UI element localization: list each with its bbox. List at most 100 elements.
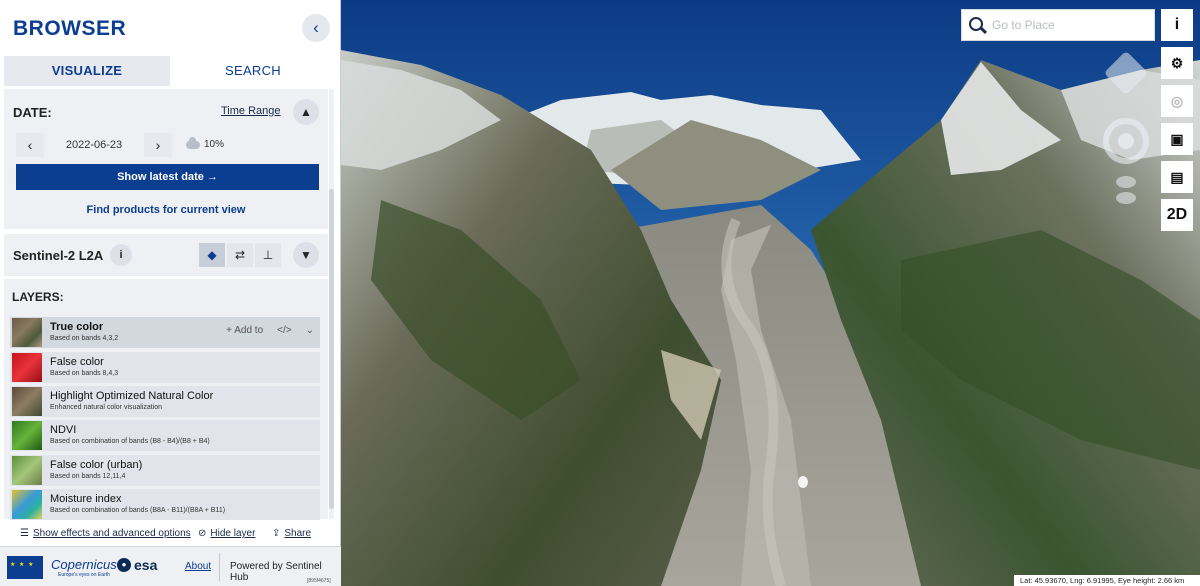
dataset-info-button[interactable]: i <box>110 244 132 266</box>
pin-tool-button[interactable]: ⊥ <box>255 243 281 267</box>
plus-icon: + <box>226 325 232 336</box>
cloud-coverage-value: 10% <box>204 139 225 150</box>
info-icon: i <box>119 249 123 261</box>
previous-date-button[interactable]: ‹ <box>16 133 44 157</box>
layer-item-false-color[interactable]: False color Based on bands 8,4,3 <box>10 352 320 383</box>
tab-search[interactable]: SEARCH <box>170 56 336 86</box>
esa-logo: esa <box>134 557 158 573</box>
location-button[interactable]: ◎ <box>1161 85 1193 117</box>
find-products-link[interactable]: Find products for current view <box>4 204 328 216</box>
layers-section: LAYERS: True color Based on bands 4,3,2 … <box>4 279 328 520</box>
collapse-date-button[interactable]: ▲ <box>293 99 319 125</box>
layer-name: False color <box>50 356 104 368</box>
layer-name: Moisture index <box>50 493 122 505</box>
gear-icon: ⚙ <box>1170 55 1184 71</box>
pan-control[interactable] <box>1103 50 1149 96</box>
collapse-panel-button[interactable]: ‹ <box>302 14 330 42</box>
date-section: DATE: Time Range ▲ ‹ 2022-06-23 › 10% Sh… <box>4 89 328 229</box>
layer-item-highlight-natural[interactable]: Highlight Optimized Natural Color Enhanc… <box>10 386 320 417</box>
eu-flag-logo <box>7 556 43 579</box>
show-latest-date-label: Show latest date <box>117 171 204 183</box>
eye-slash-icon: ⊘ <box>198 528 207 539</box>
layer-name: Highlight Optimized Natural Color <box>50 390 214 402</box>
about-link[interactable]: About <box>185 561 211 572</box>
adjust-tool-button[interactable]: ⇄ <box>227 243 253 267</box>
rotation-compass[interactable] <box>1103 118 1149 164</box>
next-date-button[interactable]: › <box>144 133 172 157</box>
footer: Copernicus Europe's eyes on Earth ● esa … <box>0 546 341 586</box>
info-button[interactable]: i <box>1161 9 1193 41</box>
esa-emblem-icon: ● <box>117 558 131 572</box>
share-label: Share <box>284 528 312 539</box>
layer-thumbnail <box>12 353 42 382</box>
tab-bar: VISUALIZE SEARCH <box>4 56 336 86</box>
dataset-title: Sentinel-2 L2A <box>13 248 104 263</box>
layer-options-bar: ☰ Show effects and advanced options ⊘ Hi… <box>4 522 328 544</box>
location-pin-icon: ◎ <box>1170 93 1184 109</box>
panel-scrollbar[interactable] <box>329 89 334 519</box>
version-label: [895f4675] <box>307 578 331 584</box>
add-to-label: Add to <box>234 325 264 336</box>
map-3d-view[interactable]: i ⚙ ◎ ▣ ▤ 2D Lat: 45.93670, Lng: 6.91995… <box>341 0 1200 586</box>
panel-content: DATE: Time Range ▲ ‹ 2022-06-23 › 10% Sh… <box>4 89 328 520</box>
layer-actions: + Add to </> ⌄ <box>226 325 314 336</box>
layer-description: Based on combination of bands (B8A - B11… <box>50 507 226 514</box>
hide-layer-link[interactable]: ⊘ Hide layer <box>198 528 255 539</box>
chevron-left-icon: ‹ <box>313 18 319 37</box>
layer-description: Based on bands 12,11,4 <box>50 473 126 480</box>
terrain-render <box>341 0 1200 586</box>
zoom-out-button[interactable] <box>1116 192 1136 204</box>
layer-item-false-color-urban[interactable]: False color (urban) Based on bands 12,11… <box>10 455 320 486</box>
zoom-in-button[interactable] <box>1116 176 1136 188</box>
cloud-icon <box>186 136 200 149</box>
navigation-controls <box>1101 50 1151 212</box>
chevron-down-icon: ▼ <box>300 248 312 262</box>
arrow-right-icon: → <box>206 171 218 183</box>
layers-label: LAYERS: <box>12 290 64 304</box>
settings-button[interactable]: ⚙ <box>1161 47 1193 79</box>
show-latest-date-button[interactable]: Show latest date → <box>16 164 319 190</box>
expand-layer-icon[interactable]: ⌄ <box>306 325 314 336</box>
copernicus-logo: Copernicus <box>51 557 117 572</box>
search-input[interactable] <box>992 18 1142 32</box>
sliders-icon: ☰ <box>20 528 29 539</box>
view-mode-toggle-button[interactable]: 2D <box>1161 199 1193 231</box>
scrollbar-thumb[interactable] <box>329 189 334 509</box>
layer-thumbnail <box>12 318 42 347</box>
search-icon[interactable] <box>962 10 992 40</box>
pin-icon: ⊥ <box>262 248 274 262</box>
add-to-button[interactable]: + Add to <box>226 325 263 336</box>
date-picker: ‹ 2022-06-23 › <box>16 133 172 157</box>
copernicus-tagline: Europe's eyes on Earth <box>58 572 110 578</box>
code-icon[interactable]: </> <box>277 325 291 336</box>
go-to-place-search[interactable] <box>961 9 1155 41</box>
tab-visualize[interactable]: VISUALIZE <box>4 56 170 86</box>
film-icon: ▤ <box>1170 169 1184 185</box>
footer-divider <box>219 553 220 581</box>
layer-item-moisture-index[interactable]: Moisture index Based on combination of b… <box>10 489 320 520</box>
layer-item-ndvi[interactable]: NDVI Based on combination of bands (B8 -… <box>10 420 320 451</box>
layer-name: True color <box>50 321 104 333</box>
share-icon: ⇪ <box>272 528 281 539</box>
expand-dataset-button[interactable]: ▼ <box>293 242 319 268</box>
cloud-coverage: 10% <box>186 136 225 150</box>
sliders-icon: ⇄ <box>234 248 246 262</box>
layers-tool-button[interactable]: ◆ <box>199 243 225 267</box>
image-download-button[interactable]: ▣ <box>1161 123 1193 155</box>
layer-thumbnail <box>12 456 42 485</box>
copernicus-wordmark: opernicus <box>60 557 117 572</box>
date-value[interactable]: 2022-06-23 <box>44 133 144 157</box>
show-effects-link[interactable]: ☰ Show effects and advanced options <box>20 528 191 539</box>
layer-item-true-color[interactable]: True color Based on bands 4,3,2 + Add to… <box>10 317 320 348</box>
timelapse-button[interactable]: ▤ <box>1161 161 1193 193</box>
left-panel: BROWSER ‹ VISUALIZE SEARCH DATE: Time Ra… <box>0 0 341 586</box>
chevron-up-icon: ▲ <box>300 105 312 119</box>
share-link[interactable]: ⇪ Share <box>272 528 311 539</box>
time-range-link[interactable]: Time Range <box>221 105 281 117</box>
app-title: BROWSER <box>13 17 127 40</box>
layer-description: Based on combination of bands (B8 - B4)/… <box>50 438 210 445</box>
layer-thumbnail <box>12 490 42 519</box>
date-label: DATE: <box>13 105 52 120</box>
dataset-section: Sentinel-2 L2A i ◆ ⇄ ⊥ ▼ <box>4 234 328 276</box>
layer-name: NDVI <box>50 424 77 436</box>
